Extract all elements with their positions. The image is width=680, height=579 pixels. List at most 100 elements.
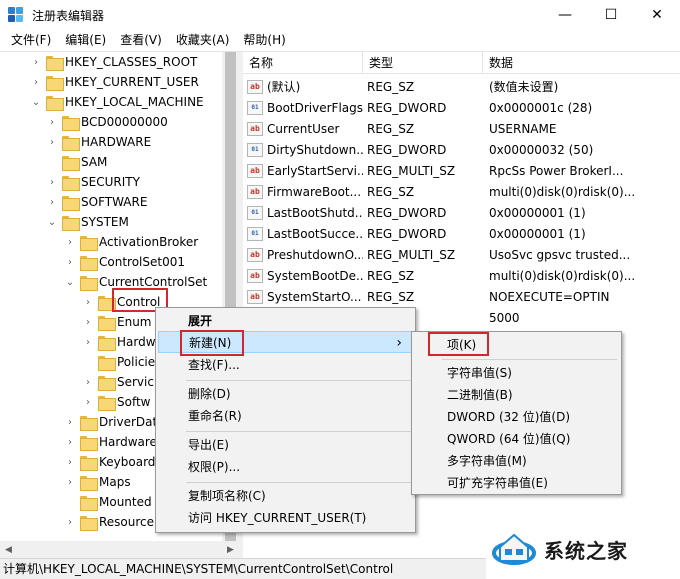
tree-item-resourcemanager[interactable]: › Resource (64, 512, 154, 532)
tree-item-services[interactable]: › Servic (82, 372, 154, 392)
tree-item-policies[interactable]: Policie (82, 352, 155, 372)
submenu-item-string-value[interactable]: 字符串值(S) (414, 362, 619, 384)
column-type[interactable]: 类型 (363, 52, 483, 74)
column-name[interactable]: 名称 (243, 52, 363, 74)
tree-item-security[interactable]: › SECURITY (46, 172, 140, 192)
value-row[interactable]: ab (默认) REG_SZ (数值未设置) (243, 76, 680, 97)
expand-chevron-icon[interactable]: › (82, 312, 94, 332)
tree-item-software[interactable]: › SOFTWARE (46, 192, 147, 212)
folder-icon (80, 275, 98, 291)
menu-view[interactable]: 查看(V) (113, 30, 169, 50)
value-type: REG_SZ (367, 289, 415, 304)
tree-item-label: HKEY_CLASSES_ROOT (65, 55, 198, 69)
submenu-item-qword-value[interactable]: QWORD (64 位)值(Q) (414, 428, 619, 450)
submenu-item-binary-value[interactable]: 二进制值(B) (414, 384, 619, 406)
value-row[interactable]: ab SystemStartO... REG_SZ NOEXECUTE=OPTIN (243, 286, 680, 307)
value-type: REG_SZ (367, 184, 415, 199)
expand-chevron-icon[interactable]: › (64, 432, 76, 452)
tree-item-bcd[interactable]: › BCD00000000 (46, 112, 168, 132)
value-name: (默认) (267, 80, 301, 94)
menu-favorites[interactable]: 收藏夹(A) (169, 30, 237, 50)
tree-item-hardwareconfig-sys[interactable]: › Hardware (64, 432, 157, 452)
expand-chevron-icon[interactable]: › (64, 232, 76, 252)
value-type: REG_DWORD (367, 100, 447, 115)
binary-value-icon: 01 (247, 100, 263, 115)
tree-horizontal-scrollbar[interactable]: ◀ ▶ (0, 541, 239, 558)
value-name: LastBootShutd... (267, 205, 363, 220)
expand-chevron-icon[interactable]: › (46, 112, 58, 132)
tree-item-sam[interactable]: SAM (46, 152, 107, 172)
expand-chevron-icon[interactable]: › (82, 372, 94, 392)
scroll-right-icon[interactable]: ▶ (222, 541, 239, 558)
value-row[interactable]: ab FirmwareBoot... REG_SZ multi(0)disk(0)rd… (243, 181, 680, 202)
binary-value-icon: 01 (247, 142, 263, 157)
menu-edit[interactable]: 编辑(E) (58, 30, 113, 50)
menu-item-find[interactable]: 查找(F)... (158, 354, 413, 376)
folder-icon (62, 195, 80, 211)
tree-item-hkcr[interactable]: › HKEY_CLASSES_ROOT (30, 52, 197, 72)
collapse-chevron-icon[interactable]: ⌄ (30, 92, 42, 112)
menu-item-permissions[interactable]: 权限(P)... (158, 456, 413, 478)
menu-item-export[interactable]: 导出(E) (158, 434, 413, 456)
expand-chevron-icon[interactable]: › (46, 172, 58, 192)
menu-help[interactable]: 帮助(H) (236, 30, 292, 50)
expand-chevron-icon[interactable]: › (64, 452, 76, 472)
value-row[interactable]: 01 BootDriverFlags REG_DWORD 0x0000001c (28… (243, 97, 680, 118)
expand-chevron-icon[interactable]: › (64, 512, 76, 532)
value-row[interactable]: 01 LastBootSucce... REG_DWORD 0x00000001 (1… (243, 223, 680, 244)
collapse-chevron-icon[interactable]: ⌄ (64, 272, 76, 292)
tree-item-enum[interactable]: › Enum (82, 312, 151, 332)
menu-separator (442, 359, 617, 360)
tree-item-activationbroker[interactable]: › ActivationBroker (64, 232, 198, 252)
tree-item-hardwareconfig[interactable]: › Hardw (82, 332, 156, 352)
tree-item-label: Softw (117, 395, 151, 409)
menu-item-delete[interactable]: 删除(D) (158, 383, 413, 405)
scroll-left-icon[interactable]: ◀ (0, 541, 17, 558)
collapse-chevron-icon[interactable]: ⌄ (46, 212, 58, 232)
maximize-button[interactable]: ☐ (588, 0, 634, 30)
expand-chevron-icon[interactable]: › (30, 72, 42, 92)
tree-item-controlset001[interactable]: › ControlSet001 (64, 252, 185, 272)
expand-chevron-icon[interactable]: › (82, 392, 94, 412)
expand-chevron-icon[interactable]: › (46, 132, 58, 152)
tree-item-hklm[interactable]: ⌄ HKEY_LOCAL_MACHINE (30, 92, 204, 112)
expand-chevron-icon[interactable]: › (82, 292, 94, 312)
menu-item-expand[interactable]: 展开 (158, 310, 413, 332)
folder-icon (62, 175, 80, 191)
submenu-item-multi-string-value[interactable]: 多字符串值(M) (414, 450, 619, 472)
expand-chevron-icon[interactable]: › (30, 52, 42, 72)
regedit-app-icon (8, 7, 24, 23)
tree-item-mounteddevices[interactable]: Mounted (64, 492, 152, 512)
tree-item-keyboardlayout[interactable]: › Keyboard (64, 452, 155, 472)
tree-item-driverdatabase[interactable]: › DriverDat (64, 412, 157, 432)
menu-file[interactable]: 文件(F) (4, 30, 58, 50)
value-row[interactable]: ab CurrentUser REG_SZ USERNAME (243, 118, 680, 139)
expand-chevron-icon[interactable]: › (64, 472, 76, 492)
tree-item-hardware[interactable]: › HARDWARE (46, 132, 151, 152)
value-row[interactable]: ab SystemBootDe... REG_SZ multi(0)disk(0)rd… (243, 265, 680, 286)
value-row[interactable]: ab EarlyStartServi... REG_MULTI_SZ RpcSs Po… (243, 160, 680, 181)
folder-icon (46, 75, 64, 91)
close-button[interactable]: ✕ (634, 0, 680, 30)
expand-chevron-icon[interactable]: › (46, 192, 58, 212)
menu-item-copy-key-name[interactable]: 复制项名称(C) (158, 485, 413, 507)
minimize-button[interactable]: — (542, 0, 588, 30)
tree-item-maps[interactable]: › Maps (64, 472, 131, 492)
string-value-icon: ab (247, 247, 263, 262)
tree-item-label: Keyboard (99, 455, 156, 469)
tree-item-hkcu[interactable]: › HKEY_CURRENT_USER (30, 72, 199, 92)
submenu-item-dword-value[interactable]: DWORD (32 位)值(D) (414, 406, 619, 428)
tree-item-system[interactable]: ⌄ SYSTEM (46, 212, 129, 232)
menu-item-rename[interactable]: 重命名(R) (158, 405, 413, 427)
submenu-item-expandable-string-value[interactable]: 可扩充字符串值(E) (414, 472, 619, 494)
expand-chevron-icon[interactable]: › (64, 252, 76, 272)
value-row[interactable]: 01 DirtyShutdown... REG_DWORD 0x00000032 (5… (243, 139, 680, 160)
menu-item-go-to-hkcu[interactable]: 访问 HKEY_CURRENT_USER(T) (158, 507, 413, 529)
value-row[interactable]: ab PreshutdownO... REG_MULTI_SZ UsoSvc gpsv… (243, 244, 680, 265)
value-type: REG_MULTI_SZ (367, 163, 456, 178)
tree-item-software-sub[interactable]: › Softw (82, 392, 151, 412)
value-row[interactable]: 01 LastBootShutd... REG_DWORD 0x00000001 (1… (243, 202, 680, 223)
expand-chevron-icon[interactable]: › (64, 412, 76, 432)
column-data[interactable]: 数据 (483, 52, 680, 74)
expand-chevron-icon[interactable]: › (82, 332, 94, 352)
